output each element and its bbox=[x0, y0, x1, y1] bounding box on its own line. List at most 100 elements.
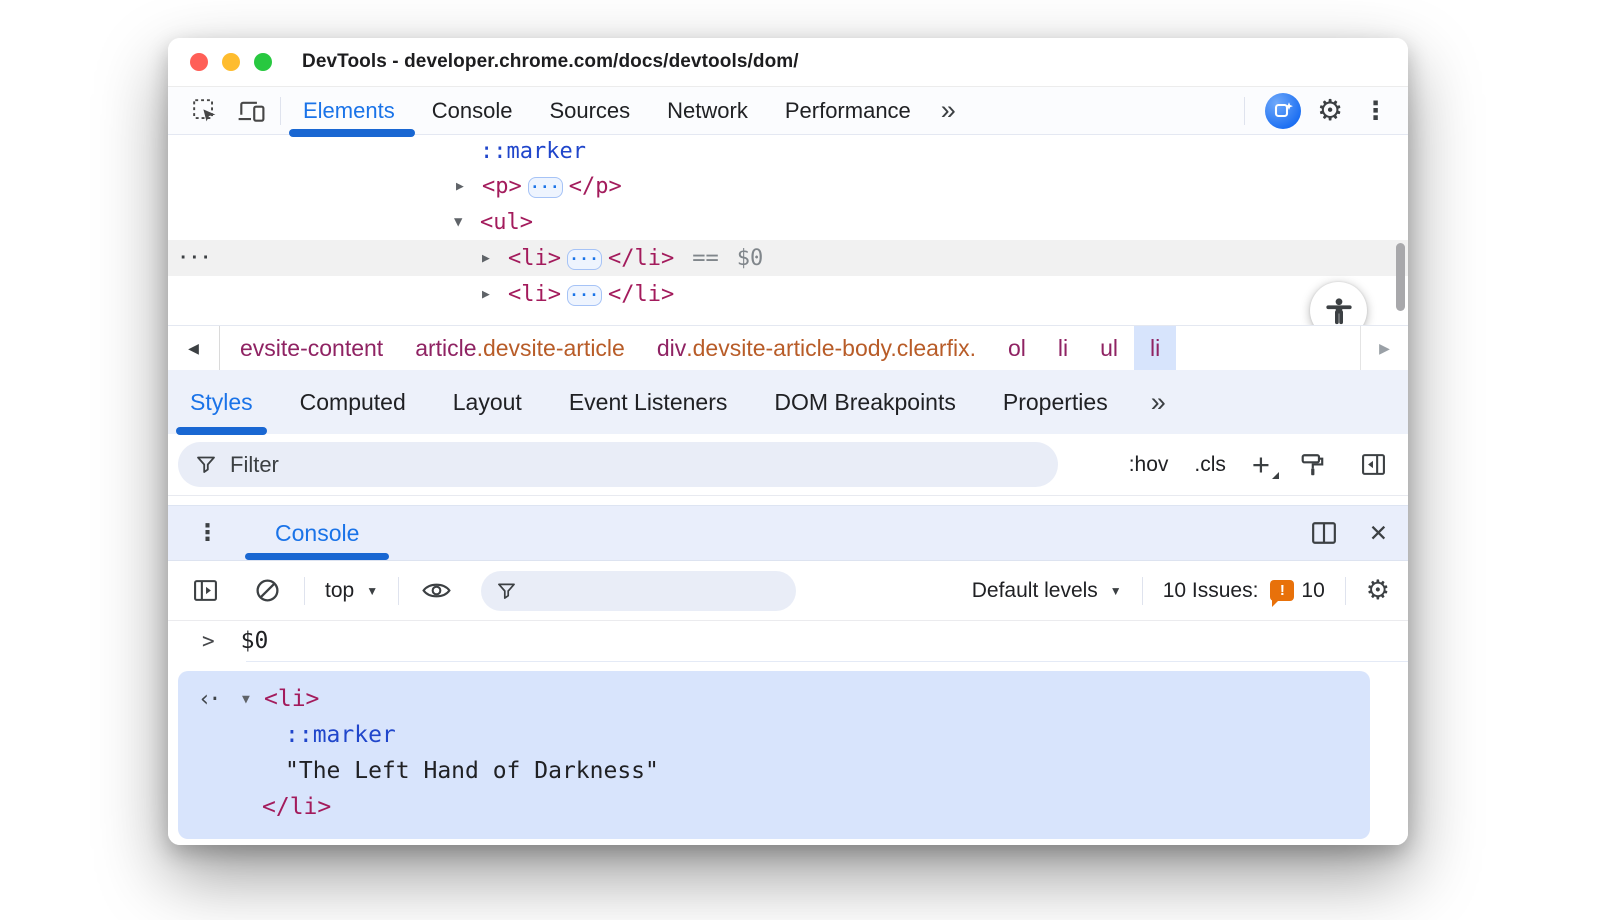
drawer-tab-console[interactable]: Console bbox=[245, 506, 390, 560]
dollar-zero-reference: $0 bbox=[736, 245, 764, 271]
close-drawer-icon[interactable]: ✕ bbox=[1369, 520, 1388, 547]
window-title: DevTools - developer.chrome.com/docs/dev… bbox=[302, 51, 799, 72]
close-window-button[interactable] bbox=[190, 53, 208, 71]
console-input-echo[interactable]: > $0 bbox=[168, 621, 1408, 661]
text-node-value: "The Left Hand of Darkness" bbox=[285, 758, 659, 784]
more-panes-icon[interactable]: » bbox=[1151, 388, 1166, 416]
styles-filter-input[interactable]: Filter bbox=[178, 442, 1058, 487]
crumb-tag: ol bbox=[1008, 334, 1026, 361]
crumb-ul[interactable]: ul bbox=[1084, 326, 1134, 370]
chevron-down-icon: ▼ bbox=[366, 583, 379, 598]
console-toolbar: top ▼ Default levels ▼ 10 Issues: ! 10 ⚙ bbox=[168, 561, 1408, 621]
console-sidebar-icon[interactable] bbox=[188, 574, 222, 608]
inspect-element-icon[interactable] bbox=[188, 94, 222, 128]
dom-row-ul[interactable]: ▼ <ul> bbox=[168, 204, 1408, 240]
breadcrumb: evsite-content article .devsite-article d… bbox=[220, 326, 1177, 370]
crumb-div[interactable]: div .devsite-article-body.clearfix. bbox=[641, 326, 992, 370]
new-style-rule-button[interactable]: + bbox=[1252, 449, 1280, 480]
crumb-li-selected[interactable]: li bbox=[1134, 326, 1177, 370]
ul-open-tag: <ul> bbox=[480, 209, 533, 235]
ellipsis-expand-button[interactable]: ··· bbox=[566, 284, 602, 306]
marker-pseudo-element: ::marker bbox=[285, 722, 396, 748]
twisty-collapsed-icon[interactable]: ▶ bbox=[456, 179, 482, 194]
crumb-tag: div bbox=[656, 334, 687, 361]
console-settings-gear-icon[interactable]: ⚙ bbox=[1366, 577, 1390, 604]
more-tabs-icon[interactable]: » bbox=[941, 97, 956, 124]
console-messages: > $0 ‹· ▼ <li> ::marker "The Left Hand o… bbox=[168, 621, 1408, 845]
drawer-menu-kebab-icon[interactable]: ⋮ bbox=[192, 521, 223, 545]
toggle-hover-state-button[interactable]: :hov bbox=[1129, 453, 1169, 477]
styles-toolbar: Filter :hov .cls + bbox=[168, 434, 1408, 496]
toolbar-divider bbox=[304, 576, 305, 605]
twisty-collapsed-icon[interactable]: ▶ bbox=[482, 251, 508, 266]
crumb-article[interactable]: article .devsite-article bbox=[399, 326, 641, 370]
twisty-collapsed-icon[interactable]: ▶ bbox=[482, 287, 508, 302]
crumb-tag: li bbox=[1150, 334, 1161, 361]
marker-pseudo-element[interactable]: ::marker bbox=[480, 139, 586, 164]
live-expression-eye-icon[interactable] bbox=[419, 574, 453, 608]
settings-gear-icon[interactable]: ⚙ bbox=[1317, 96, 1343, 125]
p-open-tag: <p> bbox=[482, 173, 522, 199]
ai-assistant-icon[interactable] bbox=[1265, 92, 1301, 129]
device-toolbar-icon[interactable] bbox=[234, 94, 268, 128]
tab-layout[interactable]: Layout bbox=[453, 389, 522, 416]
li-close-tag: </li> bbox=[607, 245, 675, 271]
tab-performance[interactable]: Performance bbox=[785, 98, 911, 124]
dom-row-marker[interactable]: ::marker bbox=[168, 135, 1408, 168]
clear-console-icon[interactable] bbox=[250, 574, 284, 608]
tab-elements[interactable]: Elements bbox=[289, 98, 415, 137]
dom-row-li[interactable]: ▶ <li> ··· </li> bbox=[168, 276, 1408, 312]
more-options-kebab-icon[interactable]: ⋮ bbox=[1359, 98, 1392, 123]
ellipsis-expand-button[interactable]: ··· bbox=[566, 248, 602, 270]
ellipsis-expand-button[interactable]: ··· bbox=[527, 176, 563, 198]
context-selector-dropdown[interactable]: top ▼ bbox=[325, 579, 378, 603]
li-open-tag: <li> bbox=[508, 281, 561, 307]
toggle-class-button[interactable]: .cls bbox=[1194, 453, 1226, 477]
twisty-expanded-icon[interactable]: ▼ bbox=[454, 214, 480, 230]
maximize-window-button[interactable] bbox=[254, 53, 272, 71]
tab-network[interactable]: Network bbox=[667, 98, 748, 124]
tab-computed[interactable]: Computed bbox=[300, 389, 406, 416]
dom-scrollbar-thumb[interactable] bbox=[1396, 243, 1405, 311]
console-result-highlighted[interactable]: ‹· ▼ <li> ::marker "The Left Hand of Dar… bbox=[178, 671, 1370, 839]
breadcrumb-back-icon[interactable]: ◀ bbox=[168, 326, 220, 370]
panel-divider bbox=[168, 496, 1408, 505]
console-row-divider bbox=[246, 661, 1408, 662]
row-actions-dots[interactable]: ··· bbox=[178, 248, 212, 268]
context-selector-value: top bbox=[325, 578, 355, 602]
issues-label: 10 Issues: bbox=[1162, 578, 1259, 602]
breadcrumb-bar: ◀ evsite-content article .devsite-article… bbox=[168, 325, 1408, 370]
split-panel-icon[interactable] bbox=[1307, 516, 1341, 550]
dock-sidebar-icon[interactable] bbox=[1356, 448, 1390, 482]
tab-sources[interactable]: Sources bbox=[549, 98, 630, 124]
toolbar-divider bbox=[1344, 576, 1346, 605]
tab-console[interactable]: Console bbox=[432, 98, 513, 124]
minimize-window-button[interactable] bbox=[222, 53, 240, 71]
result-line-text: "The Left Hand of Darkness" bbox=[178, 753, 1370, 789]
console-filter-input[interactable] bbox=[481, 570, 797, 611]
chevron-down-icon: ▼ bbox=[1109, 583, 1122, 598]
toolbar-divider bbox=[398, 576, 400, 605]
tab-styles[interactable]: Styles bbox=[176, 389, 267, 435]
crumb-devsite-content[interactable]: evsite-content bbox=[224, 326, 399, 370]
elements-dom-tree: ::marker ▶ <p> ··· </p> ▼ <ul> ··· ▶ <li> ··· <… bbox=[168, 135, 1408, 325]
issues-counter[interactable]: 10 Issues: ! 10 bbox=[1162, 578, 1325, 607]
devtools-window: DevTools - developer.chrome.com/docs/dev… bbox=[168, 38, 1408, 845]
console-toolbar-right: Default levels ▼ 10 Issues: ! 10 ⚙ bbox=[972, 576, 1390, 607]
paint-roller-icon[interactable] bbox=[1296, 448, 1330, 482]
main-tabs: Elements Console Sources Network Perform… bbox=[289, 98, 911, 137]
crumb-ol[interactable]: ol bbox=[992, 326, 1042, 370]
dom-row-p[interactable]: ▶ <p> ··· </p> bbox=[168, 168, 1408, 204]
log-levels-dropdown[interactable]: Default levels ▼ bbox=[972, 579, 1122, 603]
filter-placeholder: Filter bbox=[230, 451, 279, 477]
li-open-tag: <li> bbox=[508, 245, 561, 271]
li-close-tag: </li> bbox=[607, 281, 675, 307]
dom-row-li-selected[interactable]: ··· ▶ <li> ··· </li> == $0 bbox=[168, 240, 1408, 276]
tab-dom-breakpoints[interactable]: DOM Breakpoints bbox=[774, 389, 956, 416]
breadcrumb-forward-icon[interactable]: ▶ bbox=[1360, 326, 1408, 370]
twisty-expanded-icon[interactable]: ▼ bbox=[242, 692, 264, 707]
tab-properties[interactable]: Properties bbox=[1003, 389, 1108, 416]
crumb-li[interactable]: li bbox=[1042, 326, 1084, 370]
title-bar: DevTools - developer.chrome.com/docs/dev… bbox=[168, 38, 1408, 87]
tab-event-listeners[interactable]: Event Listeners bbox=[569, 389, 728, 416]
